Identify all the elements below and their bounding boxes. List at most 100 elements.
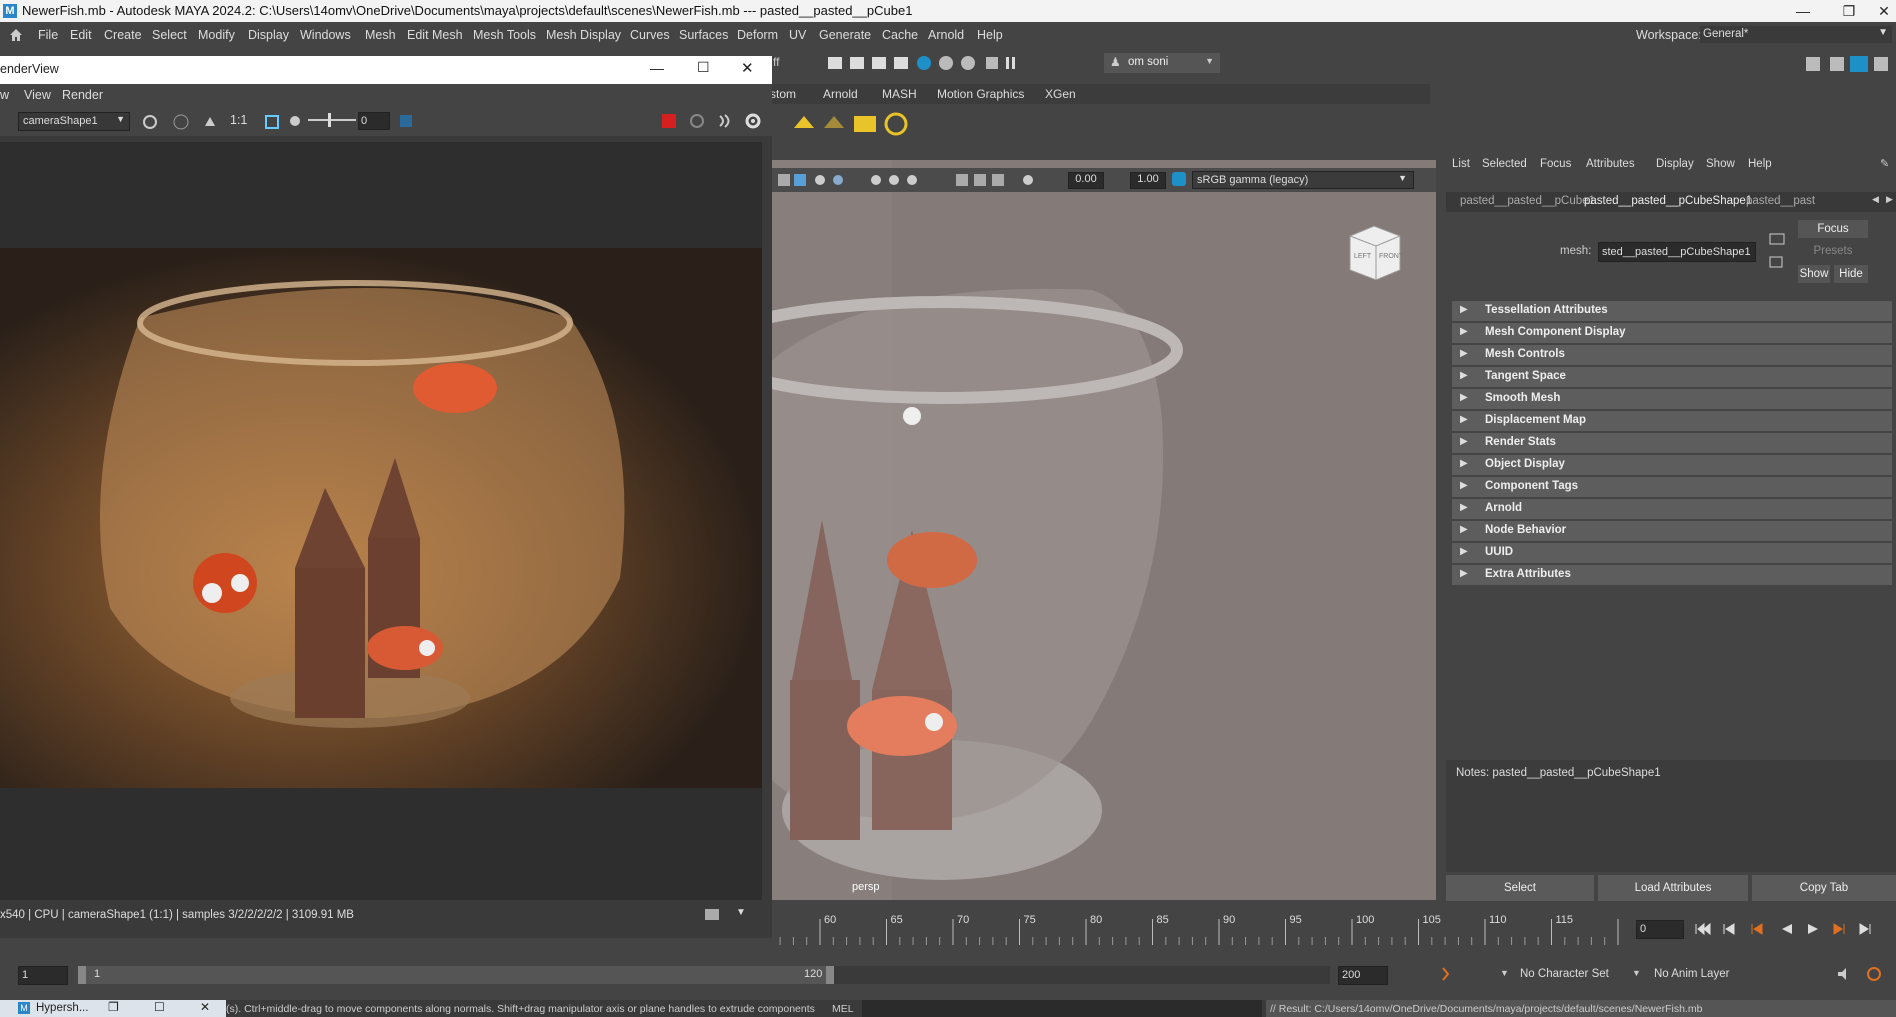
viewport-tool-icons[interactable] (776, 172, 1056, 188)
section-node-behavior[interactable]: ▶ Node Behavior (1452, 521, 1892, 543)
gamma-input[interactable]: 1.00 (1130, 172, 1166, 189)
workspace-dropdown[interactable]: General* ▼ (1700, 26, 1892, 43)
render-settings-icon[interactable] (142, 114, 158, 130)
section-arnold[interactable]: ▶ Arnold (1452, 499, 1892, 521)
ae-menu-list[interactable]: List (1452, 158, 1470, 170)
hypershade-taskbar[interactable]: M Hypersh... ❐ ☐ ✕ (0, 1000, 226, 1017)
exposure-input[interactable]: 0.00 (1068, 172, 1104, 189)
copy-tab-button[interactable]: Copy Tab (1752, 875, 1896, 901)
exposure-value-input[interactable]: 0 (358, 112, 390, 130)
presets-button[interactable]: Presets (1798, 242, 1868, 260)
select-button[interactable]: Select (1446, 875, 1594, 901)
ae-menu-attributes[interactable]: Attributes (1586, 158, 1635, 170)
section-extra-attributes[interactable]: ▶ Extra Attributes (1452, 565, 1892, 587)
show-button[interactable]: Show (1798, 265, 1830, 283)
section-smooth-mesh[interactable]: ▶ Smooth Mesh (1452, 389, 1892, 411)
character-set-label[interactable]: No Character Set (1520, 968, 1609, 980)
section-uuid[interactable]: ▶ UUID (1452, 543, 1892, 565)
menu-mesh-display[interactable]: Mesh Display (546, 28, 621, 42)
exposure-icon[interactable] (288, 114, 302, 128)
ae-tab-transform[interactable]: pasted__pasted__pCube1 (1460, 195, 1595, 207)
section-tangent-space[interactable]: ▶ Tangent Space (1452, 367, 1892, 389)
menu-create[interactable]: Create (104, 28, 142, 42)
menu-file[interactable]: File (38, 28, 58, 42)
ae-menu-show[interactable]: Show (1706, 158, 1735, 170)
gear-icon[interactable] (744, 112, 762, 130)
exposure-slider[interactable] (308, 119, 356, 121)
shelf-tab-mash[interactable]: MASH (882, 87, 917, 101)
menu-cache[interactable]: Cache (882, 28, 918, 42)
close-icon[interactable]: ✕ (200, 1000, 210, 1014)
section-component-tags[interactable]: ▶ Component Tags (1452, 477, 1892, 499)
crop-region-icon[interactable] (264, 114, 280, 130)
menu-render[interactable]: Render (62, 88, 103, 102)
settings-icon[interactable] (1866, 966, 1882, 982)
color-space-dropdown[interactable]: sRGB gamma (legacy) ▼ (1192, 171, 1414, 189)
shelf-tab-motion-graphics[interactable]: Motion Graphics (937, 87, 1024, 101)
close-button[interactable]: ✕ (741, 59, 754, 77)
playback-controls[interactable] (1694, 921, 1894, 937)
maximize-button[interactable]: ☐ (697, 59, 710, 76)
xgen-shelf-icons[interactable] (790, 110, 930, 140)
menu-edit[interactable]: Edit (70, 28, 92, 42)
section-mesh-controls[interactable]: ▶ Mesh Controls (1452, 345, 1892, 367)
menu-help[interactable]: Help (977, 28, 1003, 42)
input-output-icon[interactable] (1768, 255, 1786, 269)
focus-button[interactable]: Focus (1798, 220, 1868, 238)
minimize-button[interactable]: — (650, 60, 664, 76)
range-start-handle[interactable] (78, 966, 86, 984)
close-button[interactable]: ✕ (1872, 0, 1896, 22)
ae-tab-partial[interactable]: pasted__past (1746, 195, 1815, 207)
tab-scroll-right-icon[interactable]: ▶ (1886, 194, 1893, 205)
command-input[interactable] (862, 1000, 1262, 1017)
chevron-down-icon[interactable]: ▼ (736, 907, 746, 918)
end-frame-input[interactable]: 200 (1338, 966, 1388, 985)
ae-tab-shape[interactable]: pasted__pasted__pCubeShape1 (1584, 195, 1752, 207)
menu-window[interactable]: w (0, 88, 9, 102)
home-icon[interactable] (8, 27, 24, 43)
hide-button[interactable]: Hide (1834, 265, 1868, 283)
menu-mesh[interactable]: Mesh (365, 28, 396, 42)
maximize-button[interactable]: ❐ (1826, 0, 1872, 22)
section-mesh-component-display[interactable]: ▶ Mesh Component Display (1452, 323, 1892, 345)
maximize-icon[interactable]: ☐ (154, 1000, 165, 1014)
render-tools-icons[interactable] (808, 54, 1108, 74)
time-slider[interactable]: 6065707580859095100105110115120 0 (772, 905, 1896, 955)
auto-key-icon[interactable] (1440, 966, 1456, 982)
log-icon[interactable] (398, 113, 414, 129)
stop-render-button[interactable] (662, 114, 676, 128)
menu-uv[interactable]: UV (789, 28, 806, 42)
ae-menu-help[interactable]: Help (1748, 158, 1772, 170)
start-frame-input[interactable]: 1 (18, 966, 68, 985)
ipr-icon[interactable] (716, 112, 734, 130)
mesh-name-input[interactable]: sted__pasted__pCubeShape1 (1598, 242, 1756, 262)
shelf-tab-custom[interactable]: stom (770, 87, 796, 101)
load-attributes-button[interactable]: Load Attributes (1598, 875, 1748, 901)
range-slider[interactable]: 1 120 (78, 966, 834, 984)
menu-arnold[interactable]: Arnold (928, 28, 964, 42)
shelf-tab-arnold[interactable]: Arnold (823, 87, 858, 101)
menu-curves[interactable]: Curves (630, 28, 670, 42)
ae-menu-display[interactable]: Display (1656, 158, 1694, 170)
pin-icon[interactable]: ✎ (1880, 157, 1889, 170)
mel-label[interactable]: MEL (832, 1003, 854, 1015)
menu-modify[interactable]: Modify (198, 28, 235, 42)
ae-menu-selected[interactable]: Selected (1482, 158, 1527, 170)
perspective-viewport[interactable]: LEFT FRONT (772, 160, 1436, 900)
section-render-stats[interactable]: ▶ Render Stats (1452, 433, 1892, 455)
color-management-icon[interactable] (1172, 172, 1186, 186)
section-tessellation-attributes[interactable]: ▶ Tessellation Attributes (1452, 301, 1892, 323)
menu-edit-mesh[interactable]: Edit Mesh (407, 28, 463, 42)
menu-windows[interactable]: Windows (300, 28, 351, 42)
snapshot-icon[interactable] (202, 114, 218, 130)
shelf-tab-xgen[interactable]: XGen (1045, 87, 1076, 101)
chevron-down-icon[interactable]: ▼ (1632, 968, 1641, 978)
anim-layer-label[interactable]: No Anim Layer (1654, 968, 1729, 980)
exposure-slider-handle[interactable] (328, 113, 331, 127)
notes-area[interactable]: Notes: pasted__pasted__pCubeShape1 (1446, 760, 1896, 872)
chevron-down-icon[interactable]: ▼ (1500, 968, 1509, 978)
section-object-display[interactable]: ▶ Object Display (1452, 455, 1892, 477)
current-frame-input[interactable]: 0 (1636, 920, 1684, 939)
range-end-handle[interactable] (826, 966, 834, 984)
menu-select[interactable]: Select (152, 28, 187, 42)
